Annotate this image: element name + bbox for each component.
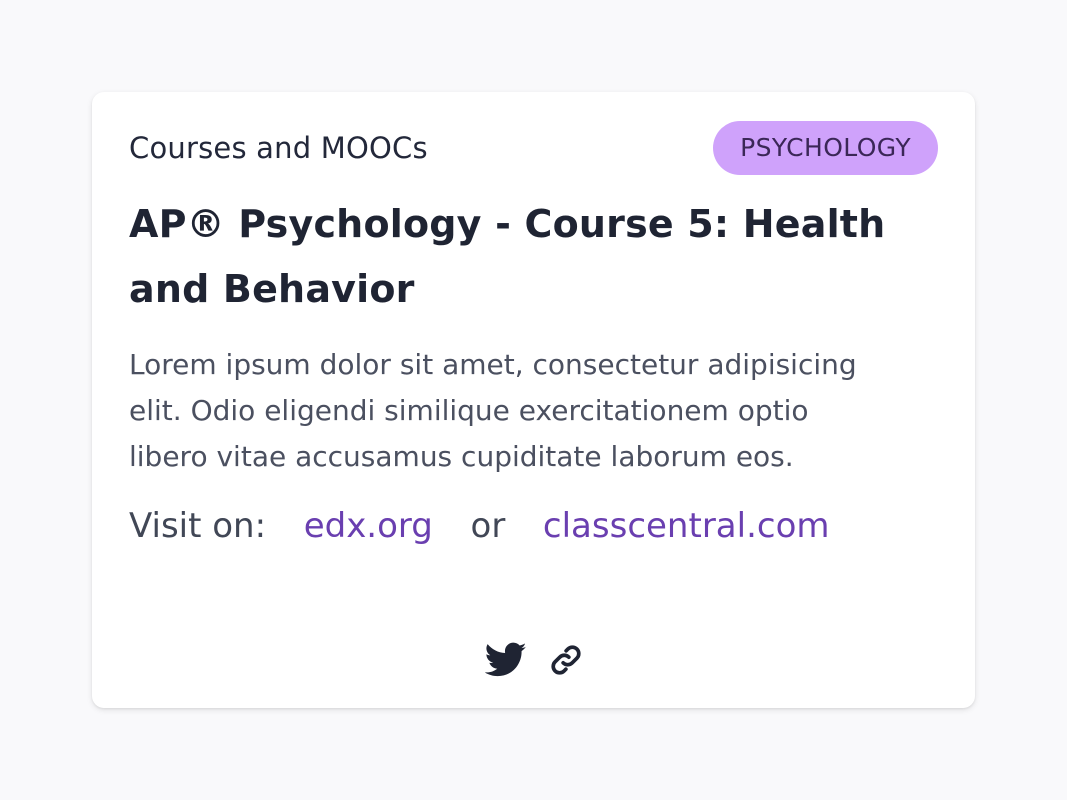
course-description: Lorem ipsum dolor sit amet, consectetur … (129, 348, 857, 473)
card-header: Courses and MOOCs PSYCHOLOGY (129, 120, 938, 176)
classcentral-link[interactable]: classcentral.com (543, 506, 830, 546)
or-label: or (470, 506, 506, 546)
share-actions (92, 642, 975, 678)
link-icon[interactable] (549, 643, 583, 677)
category-label: Courses and MOOCs (129, 131, 428, 165)
edx-link[interactable]: edx.org (304, 506, 433, 546)
course-title: AP® Psychology - Course 5: Health and Be… (129, 202, 886, 311)
subject-tag[interactable]: PSYCHOLOGY (713, 121, 938, 175)
visit-links: Visit on: edx.org or classcentral.com (129, 500, 938, 552)
course-card: Courses and MOOCs PSYCHOLOGY AP® Psychol… (92, 92, 975, 708)
twitter-icon[interactable] (484, 642, 527, 678)
visit-label: Visit on: (129, 506, 267, 546)
